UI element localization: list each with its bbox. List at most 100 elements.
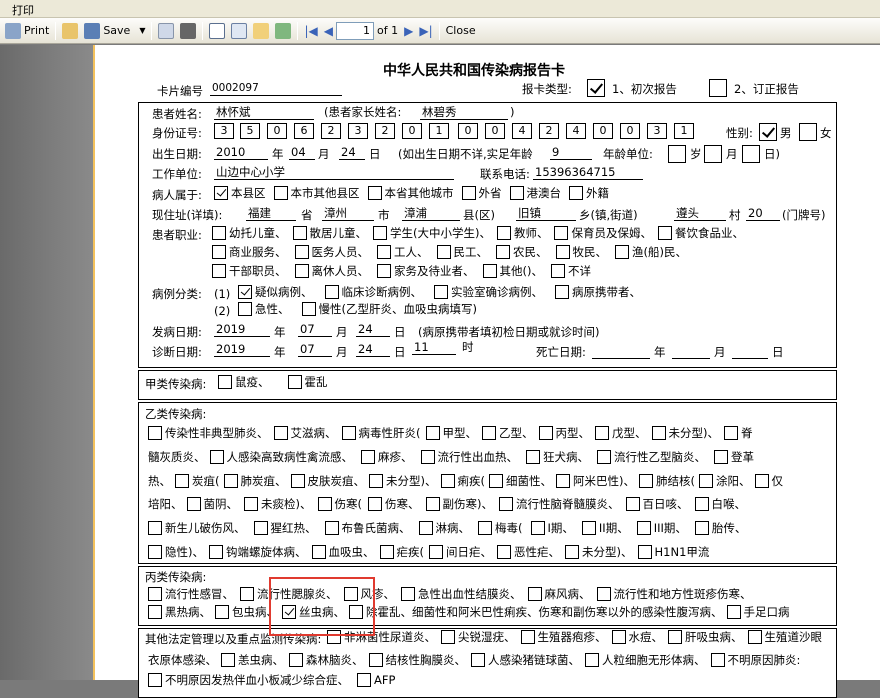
checkbox[interactable] bbox=[489, 474, 503, 488]
checkbox[interactable] bbox=[615, 245, 629, 259]
parent-name-field[interactable]: 林碧秀 bbox=[420, 105, 508, 120]
checkbox[interactable] bbox=[565, 545, 579, 559]
checkbox-option[interactable]: 保育员及保姆、 bbox=[554, 226, 652, 240]
checkbox-option[interactable]: 本县区 bbox=[214, 186, 266, 200]
id-digit-cell[interactable]: 5 bbox=[240, 123, 260, 139]
age-unit-year-checkbox[interactable] bbox=[668, 145, 686, 163]
checkbox[interactable] bbox=[367, 186, 382, 200]
first-report-checkbox[interactable] bbox=[587, 79, 605, 97]
checkbox-option[interactable]: 副伤寒)、 bbox=[425, 497, 493, 511]
checkbox[interactable] bbox=[212, 226, 226, 240]
checkbox[interactable] bbox=[496, 226, 511, 240]
checkbox-option[interactable]: 疑似病例、 bbox=[238, 285, 313, 299]
checkbox[interactable] bbox=[699, 474, 713, 488]
checkbox[interactable] bbox=[401, 587, 415, 601]
birth-year-field[interactable]: 2010 bbox=[214, 145, 268, 160]
checkbox-option[interactable]: 肺结核( bbox=[639, 474, 695, 488]
checkbox[interactable] bbox=[238, 302, 252, 316]
id-digit-cell[interactable]: 0 bbox=[593, 123, 613, 139]
checkbox-option[interactable]: 涂阳、 bbox=[699, 474, 751, 488]
checkbox-option[interactable]: AFP bbox=[357, 673, 395, 687]
checkbox-option[interactable]: 除霍乱、细菌性和阿米巴性痢疾、伤寒和副伤寒以外的感染性腹泻病、 bbox=[349, 605, 723, 619]
checkbox-option[interactable]: 离休人员、 bbox=[294, 264, 369, 278]
checkbox-option[interactable]: 尖锐湿疣、 bbox=[441, 630, 516, 644]
checkbox-option[interactable]: I期、 bbox=[530, 521, 574, 535]
male-checkbox[interactable] bbox=[759, 123, 777, 141]
checkbox-option[interactable]: 实验室确诊病例、 bbox=[434, 285, 543, 299]
checkbox-option[interactable]: 流行性乙型脑炎、 bbox=[597, 450, 706, 464]
checkbox-option[interactable]: 本市其他县区 bbox=[273, 186, 360, 200]
revised-report-checkbox[interactable] bbox=[709, 79, 727, 97]
birth-month-field[interactable]: 04 bbox=[289, 145, 315, 160]
checkbox[interactable] bbox=[668, 630, 682, 644]
checkbox[interactable] bbox=[747, 630, 762, 644]
checkbox-option[interactable]: 狂犬病、 bbox=[526, 450, 589, 464]
checkbox-option[interactable]: 不明原因发热伴血小板减少综合症、 bbox=[148, 673, 349, 687]
checkbox[interactable] bbox=[301, 302, 316, 316]
checkbox[interactable] bbox=[710, 653, 725, 667]
checkbox-option[interactable]: 钩端螺旋体病、 bbox=[209, 545, 307, 559]
checkbox[interactable] bbox=[377, 245, 391, 259]
checkbox[interactable] bbox=[221, 653, 235, 667]
checkbox[interactable] bbox=[215, 605, 229, 619]
checkbox[interactable] bbox=[148, 426, 162, 440]
checkbox-option[interactable]: 生殖道沙眼 bbox=[747, 630, 822, 644]
id-digit-cell[interactable]: 0 bbox=[458, 123, 478, 139]
checkbox-option[interactable]: 登革 bbox=[714, 450, 754, 464]
checkbox[interactable] bbox=[253, 521, 268, 535]
city-field[interactable]: 漳州 bbox=[322, 206, 374, 221]
checkbox-option[interactable]: 教师、 bbox=[496, 226, 548, 240]
checkbox[interactable] bbox=[637, 545, 652, 559]
checkbox[interactable] bbox=[436, 245, 451, 259]
checkbox[interactable] bbox=[148, 521, 162, 535]
checkbox[interactable] bbox=[369, 474, 383, 488]
checkbox-option[interactable]: 流行性和地方性斑疹伤寒、 bbox=[596, 587, 752, 601]
checkbox[interactable] bbox=[636, 521, 651, 535]
checkbox-option[interactable]: 渔(船)民、 bbox=[615, 245, 687, 259]
checkbox-option[interactable]: 梅毒( bbox=[478, 521, 523, 535]
checkbox-option[interactable]: 布鲁氏菌病、 bbox=[324, 521, 411, 535]
checkbox-option[interactable]: 农民、 bbox=[496, 245, 548, 259]
checkbox-option[interactable]: 人感染猪链球菌、 bbox=[471, 653, 580, 667]
checkbox[interactable] bbox=[527, 587, 542, 601]
checkbox[interactable] bbox=[420, 450, 435, 464]
checkbox[interactable] bbox=[597, 450, 611, 464]
checkbox[interactable] bbox=[461, 186, 476, 200]
checkbox-option[interactable]: 隐性)、 bbox=[148, 545, 204, 559]
checkbox[interactable] bbox=[471, 653, 485, 667]
checkbox-option[interactable]: 甲型、 bbox=[425, 426, 477, 440]
id-digit-cell[interactable]: 2 bbox=[375, 123, 395, 139]
id-digit-cell[interactable]: 0 bbox=[620, 123, 640, 139]
id-digit-cell[interactable]: 4 bbox=[566, 123, 586, 139]
checkbox[interactable] bbox=[478, 521, 492, 535]
checkbox[interactable] bbox=[209, 545, 223, 559]
checkbox-option[interactable]: 急性、 bbox=[238, 302, 290, 316]
checkbox[interactable] bbox=[311, 545, 326, 559]
death-month-field[interactable] bbox=[672, 345, 710, 359]
checkbox[interactable] bbox=[148, 545, 162, 559]
checkbox[interactable] bbox=[694, 497, 709, 511]
checkbox-option[interactable]: 不详 bbox=[550, 264, 591, 278]
death-year-field[interactable] bbox=[592, 345, 650, 359]
checkbox[interactable] bbox=[726, 605, 741, 619]
checkbox[interactable] bbox=[585, 653, 599, 667]
checkbox[interactable] bbox=[273, 186, 288, 200]
checkbox-option[interactable]: 仅 bbox=[754, 474, 783, 488]
checkbox[interactable] bbox=[555, 245, 570, 259]
checkbox-option[interactable]: 黑热病、 bbox=[148, 605, 211, 619]
town-field[interactable]: 旧镇 bbox=[516, 206, 576, 221]
checkbox-option[interactable]: 其他()、 bbox=[482, 264, 543, 278]
female-checkbox[interactable] bbox=[799, 123, 817, 141]
checkbox[interactable] bbox=[754, 474, 769, 488]
id-digit-cell[interactable]: 3 bbox=[647, 123, 667, 139]
checkbox[interactable] bbox=[425, 426, 440, 440]
checkbox[interactable] bbox=[368, 497, 382, 511]
checkbox[interactable] bbox=[596, 587, 611, 601]
checkbox[interactable] bbox=[550, 264, 565, 278]
checkbox[interactable] bbox=[651, 426, 666, 440]
checkbox[interactable] bbox=[317, 497, 332, 511]
checkbox-option[interactable]: 干部职员、 bbox=[212, 264, 287, 278]
checkbox-option[interactable]: 未分型)、 bbox=[651, 426, 719, 440]
checkbox-option[interactable]: 未分型)、 bbox=[369, 474, 437, 488]
checkbox-option[interactable]: 丙型、 bbox=[538, 426, 590, 440]
